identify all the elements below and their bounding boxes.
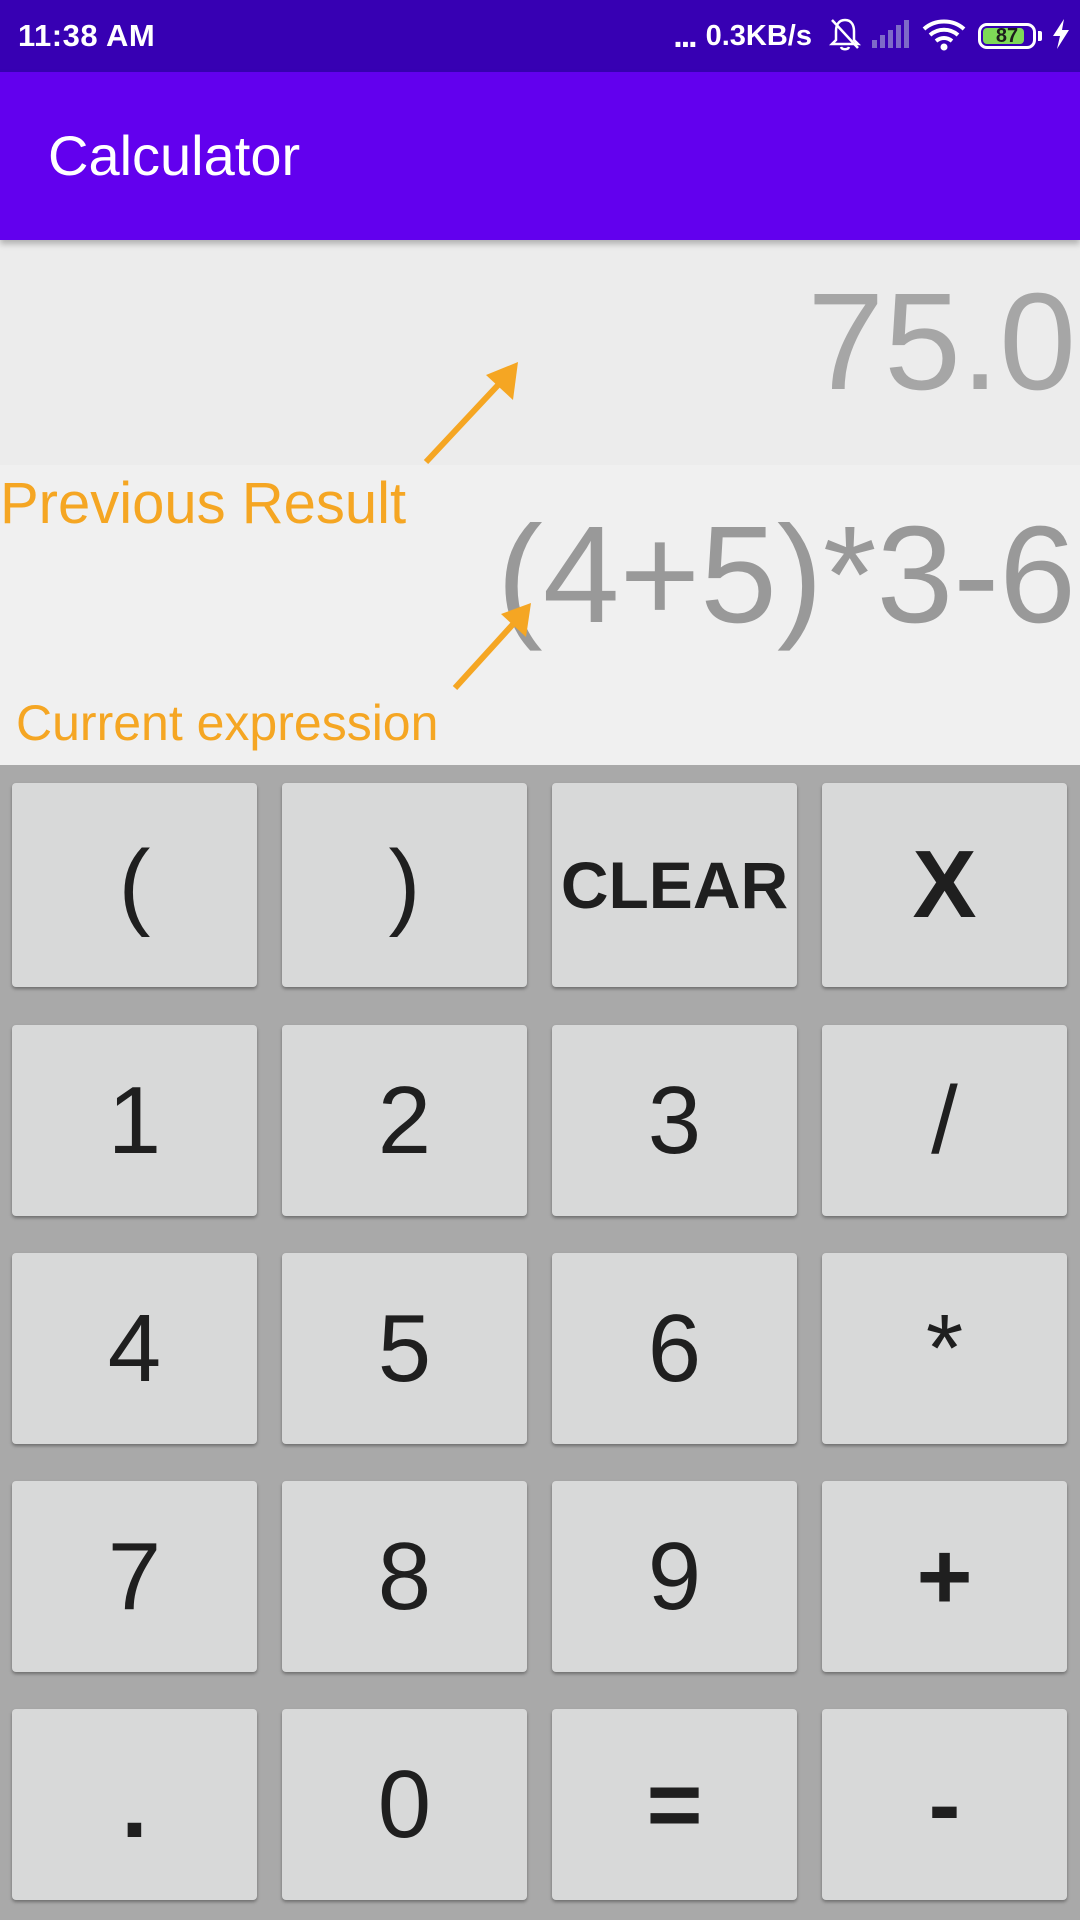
key-5[interactable]: 5: [282, 1253, 527, 1444]
current-expression-arrow-icon: [452, 603, 531, 691]
annotation-arrows: [423, 362, 531, 691]
key-equals[interactable]: =: [552, 1709, 797, 1900]
key-2[interactable]: 2: [282, 1025, 527, 1216]
keypad: ( ) CLEAR X 1 2 3 / 4 5 6 * 7 8 9 + . 0 …: [0, 765, 1080, 1920]
key-open-paren[interactable]: (: [12, 783, 257, 987]
key-6[interactable]: 6: [552, 1253, 797, 1444]
key-8[interactable]: 8: [282, 1481, 527, 1672]
key-decimal[interactable]: .: [12, 1709, 257, 1900]
key-4[interactable]: 4: [12, 1253, 257, 1444]
key-minus[interactable]: -: [822, 1709, 1067, 1900]
previous-result-arrow-icon: [423, 362, 518, 465]
key-9[interactable]: 9: [552, 1481, 797, 1672]
key-close-paren[interactable]: ): [282, 783, 527, 987]
key-7[interactable]: 7: [12, 1481, 257, 1672]
key-0[interactable]: 0: [282, 1709, 527, 1900]
key-1[interactable]: 1: [12, 1025, 257, 1216]
key-multiply[interactable]: *: [822, 1253, 1067, 1444]
clear-button[interactable]: CLEAR: [552, 783, 797, 987]
key-3[interactable]: 3: [552, 1025, 797, 1216]
key-divide[interactable]: /: [822, 1025, 1067, 1216]
key-plus[interactable]: +: [822, 1481, 1067, 1672]
backspace-button[interactable]: X: [822, 783, 1067, 987]
